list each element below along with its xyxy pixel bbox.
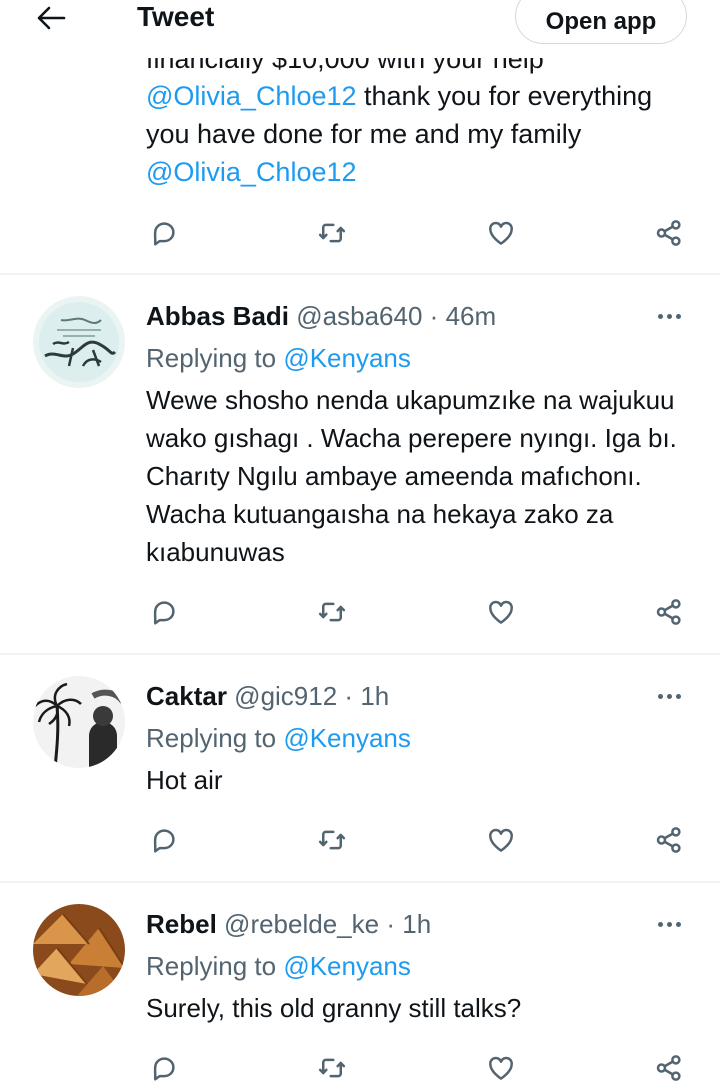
tweet-line: you have done for me and my family — [146, 115, 696, 153]
reply-text: Surely, this old granny still talks? — [146, 993, 522, 1023]
share-icon — [656, 220, 681, 246]
share-icon — [656, 1055, 681, 1081]
replying-to: Replying to @Kenyans — [146, 342, 411, 374]
tweet-actions — [0, 592, 720, 632]
separator-dot: · — [429, 301, 439, 331]
reply-button[interactable] — [144, 592, 184, 632]
replying-to-mention[interactable]: @Kenyans — [283, 343, 411, 373]
like-button[interactable] — [481, 592, 521, 632]
avatar[interactable] — [33, 296, 125, 388]
retweet-button[interactable] — [312, 820, 352, 860]
separator-dot: · — [344, 681, 354, 711]
reply-tweet[interactable]: Caktar @gic912 · 1h Replying to @Kenyans… — [0, 656, 720, 884]
share-icon — [656, 599, 681, 625]
avatar-samosa-image — [33, 904, 125, 996]
tweet-actions — [0, 213, 720, 253]
open-app-button[interactable]: Open app — [515, 0, 687, 44]
reply-header: Rebel @rebelde_ke · 1h — [146, 908, 431, 940]
tweet-actions — [0, 820, 720, 860]
top-bar: Tweet Open app — [0, 0, 720, 50]
reply-button[interactable] — [144, 1048, 184, 1088]
retweet-icon — [318, 223, 346, 243]
retweet-icon — [318, 1058, 346, 1078]
reply-tweet[interactable]: Abbas Badi @asba640 · 46m Replying to @K… — [0, 276, 720, 654]
user-handle[interactable]: @gic912 — [234, 681, 337, 711]
heart-icon — [489, 221, 513, 245]
separator-dot: · — [386, 909, 396, 939]
tweet-line: @Olivia_Chloe12 — [146, 153, 696, 191]
reply-button[interactable] — [144, 820, 184, 860]
like-button[interactable] — [481, 820, 521, 860]
tweet-actions — [0, 1048, 720, 1088]
page-title: Tweet — [137, 1, 215, 32]
replying-to-mention[interactable]: @Kenyans — [283, 723, 411, 753]
heart-icon — [489, 1056, 513, 1080]
reply-icon — [153, 601, 175, 625]
avatar-calligraphy-image — [33, 296, 125, 388]
reply-header: Caktar @gic912 · 1h — [146, 680, 389, 712]
back-button[interactable] — [34, 3, 68, 33]
avatar[interactable] — [33, 676, 125, 768]
display-name[interactable]: Abbas Badi — [146, 301, 289, 331]
share-button[interactable] — [649, 820, 689, 860]
replying-to-mention[interactable]: @Kenyans — [283, 951, 411, 981]
reply-tweet[interactable]: Rebel @rebelde_ke · 1h Replying to @Keny… — [0, 884, 720, 1089]
timestamp[interactable]: 46m — [446, 301, 497, 331]
replying-to-prefix: Replying to — [146, 951, 277, 981]
display-name[interactable]: Caktar — [146, 681, 227, 711]
reply-icon — [153, 222, 175, 246]
reply-header: Abbas Badi @asba640 · 46m — [146, 300, 496, 332]
replying-to-prefix: Replying to — [146, 343, 277, 373]
timestamp[interactable]: 1h — [402, 909, 431, 939]
more-options-button[interactable] — [650, 686, 690, 706]
mention-link[interactable]: @Olivia_Chloe12 — [146, 157, 357, 187]
like-button[interactable] — [481, 1048, 521, 1088]
avatar-palm-tree-image — [33, 676, 125, 768]
replying-to: Replying to @Kenyans — [146, 950, 411, 982]
separator — [0, 881, 720, 883]
tweet-text: @Olivia_Chloe12 thank you for everything… — [146, 77, 696, 191]
heart-icon — [489, 600, 513, 624]
reply-text: Wewe shosho nenda ukapumzıke na wajukuu … — [146, 385, 677, 567]
timestamp[interactable]: 1h — [360, 681, 389, 711]
heart-icon — [489, 828, 513, 852]
retweet-icon — [318, 602, 346, 622]
like-button[interactable] — [481, 213, 521, 253]
separator — [0, 653, 720, 655]
separator — [0, 273, 720, 275]
tweet-line: @Olivia_Chloe12 thank you for everything — [146, 77, 696, 115]
tweet-line-text: thank you for everything — [356, 81, 653, 111]
replying-to-prefix: Replying to — [146, 723, 277, 753]
user-handle[interactable]: @rebelde_ke — [224, 909, 379, 939]
display-name[interactable]: Rebel — [146, 909, 217, 939]
retweet-button[interactable] — [312, 592, 352, 632]
retweet-icon — [318, 830, 346, 850]
reply-icon — [153, 829, 175, 853]
tweet-line-text: you have done for me and my family — [146, 119, 582, 149]
retweet-button[interactable] — [312, 1048, 352, 1088]
replying-to: Replying to @Kenyans — [146, 722, 411, 754]
more-options-button[interactable] — [650, 914, 690, 934]
more-options-button[interactable] — [650, 306, 690, 326]
reply-text: Hot air — [146, 765, 223, 795]
share-button[interactable] — [649, 592, 689, 632]
reply-icon — [153, 1057, 175, 1081]
back-arrow-icon — [37, 6, 66, 30]
share-button[interactable] — [649, 1048, 689, 1088]
user-handle[interactable]: @asba640 — [296, 301, 422, 331]
retweet-button[interactable] — [312, 213, 352, 253]
share-icon — [656, 827, 681, 853]
share-button[interactable] — [649, 213, 689, 253]
avatar[interactable] — [33, 904, 125, 996]
reply-button[interactable] — [144, 213, 184, 253]
mention-link[interactable]: @Olivia_Chloe12 — [146, 81, 357, 111]
